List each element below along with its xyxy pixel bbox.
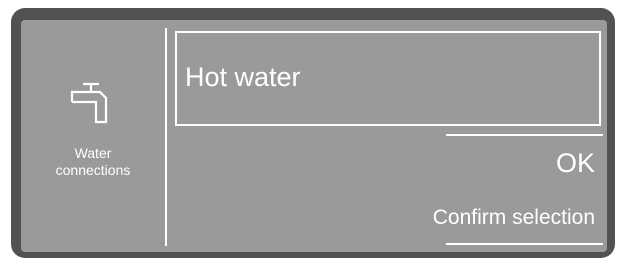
- confirm-selection-hint: Confirm selection: [432, 206, 595, 229]
- ok-separator-line: [446, 134, 603, 136]
- bottom-separator-line: [446, 243, 603, 245]
- selected-option-text: Hot water: [185, 62, 301, 92]
- selected-option-box[interactable]: Hot water: [175, 31, 601, 126]
- side-panel: Water connections: [21, 20, 165, 252]
- section-label-line2: connections: [55, 162, 131, 178]
- section-label-line1: Water: [74, 145, 112, 161]
- section-label: Water connections: [21, 145, 165, 179]
- water-tap-icon: [70, 82, 108, 124]
- display-screen: Water connections Hot water OK Confirm s…: [21, 20, 607, 252]
- vertical-divider: [165, 28, 167, 246]
- ok-button[interactable]: OK: [556, 148, 595, 178]
